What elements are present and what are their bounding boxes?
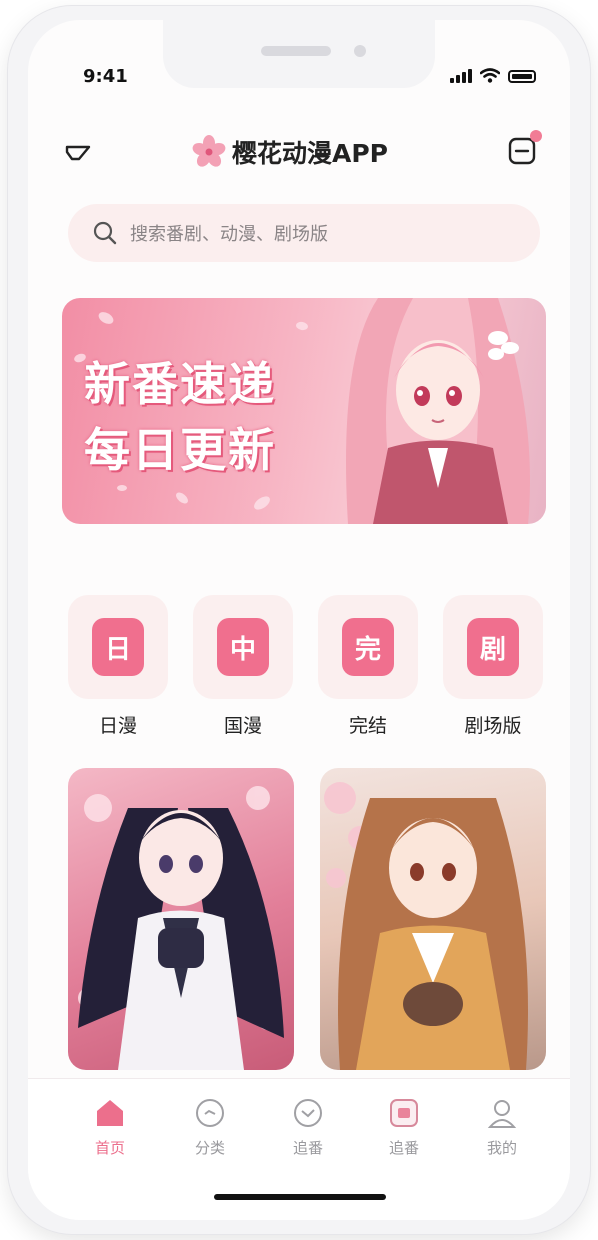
- completed-icon: 完: [342, 618, 394, 676]
- wifi-icon: [480, 68, 500, 83]
- category-icon: [196, 1099, 224, 1127]
- follow-icon: [294, 1099, 322, 1127]
- banner-subheadline: 每日更新: [84, 423, 276, 477]
- search-bar[interactable]: 搜索番剧、动漫、剧场版: [68, 204, 540, 262]
- speaker: [261, 46, 331, 56]
- category-japanese-anime[interactable]: 日 日漫: [68, 595, 168, 738]
- category-label: 国漫: [223, 715, 262, 737]
- status-icons: [450, 68, 536, 83]
- home-icon: [97, 1100, 123, 1126]
- movie-icon: 剧: [467, 618, 519, 676]
- phone-frame: 9:41 樱花动漫APP 搜索番剧、动漫、剧场版 新番速递 每日更新 日 日漫 …: [8, 6, 590, 1234]
- notification-dot: [530, 130, 542, 142]
- category-tile: 日: [68, 595, 168, 699]
- sakura-logo-icon: [192, 135, 226, 167]
- tab-label: 首页: [94, 1139, 125, 1157]
- banner-anime-girl-illustration: [346, 298, 530, 524]
- tab-profile[interactable]: 我的: [462, 1097, 542, 1158]
- cellular-signal-icon: [450, 69, 472, 83]
- promo-banner[interactable]: 新番速递 每日更新: [62, 298, 546, 524]
- category-movies[interactable]: 剧 剧场版: [443, 595, 543, 738]
- tab-category[interactable]: 分类: [170, 1097, 250, 1158]
- tab-follow[interactable]: 追番: [268, 1097, 348, 1158]
- tab-home[interactable]: 首页: [70, 1097, 150, 1158]
- menu-icon[interactable]: [63, 140, 93, 166]
- category-label: 日漫: [98, 715, 137, 737]
- category-label: 剧场版: [464, 715, 522, 737]
- play-icon: [390, 1099, 418, 1127]
- anime-card-illustration-brown-hair-girl: [324, 782, 528, 1070]
- japanese-anime-icon: 日: [92, 618, 144, 676]
- camera: [354, 45, 366, 57]
- app-title-group: 樱花动漫APP: [192, 134, 388, 170]
- tab-follow-play[interactable]: 追番: [364, 1097, 444, 1158]
- tab-label: 分类: [194, 1139, 225, 1157]
- anime-card-illustration-dark-hair-girl: [78, 786, 284, 1070]
- category-label: 完结: [348, 715, 387, 737]
- status-time: 9:41: [83, 66, 128, 87]
- category-completed[interactable]: 完 完结: [318, 595, 418, 738]
- notch: [163, 20, 435, 88]
- screen: 9:41 樱花动漫APP 搜索番剧、动漫、剧场版 新番速递 每日更新 日 日漫 …: [28, 20, 570, 1220]
- chinese-anime-icon: 中: [217, 618, 269, 676]
- search-icon: [93, 221, 117, 245]
- battery-icon: [508, 70, 536, 83]
- anime-card[interactable]: [320, 768, 546, 1070]
- app-title: 樱花动漫APP: [232, 139, 388, 168]
- app-header: 樱花动漫APP: [28, 128, 570, 178]
- tab-label: 追番: [388, 1139, 419, 1157]
- category-tile: 剧: [443, 595, 543, 699]
- tab-label: 我的: [486, 1139, 517, 1157]
- home-indicator[interactable]: [214, 1194, 386, 1200]
- tab-label: 追番: [292, 1139, 323, 1157]
- banner-headline: 新番速递: [84, 357, 276, 411]
- category-tile: 中: [193, 595, 293, 699]
- category-tile: 完: [318, 595, 418, 699]
- category-chinese-anime[interactable]: 中 国漫: [193, 595, 293, 738]
- anime-card[interactable]: [68, 768, 294, 1070]
- search-input[interactable]: 搜索番剧、动漫、剧场版: [130, 220, 328, 246]
- user-icon: [487, 1100, 517, 1128]
